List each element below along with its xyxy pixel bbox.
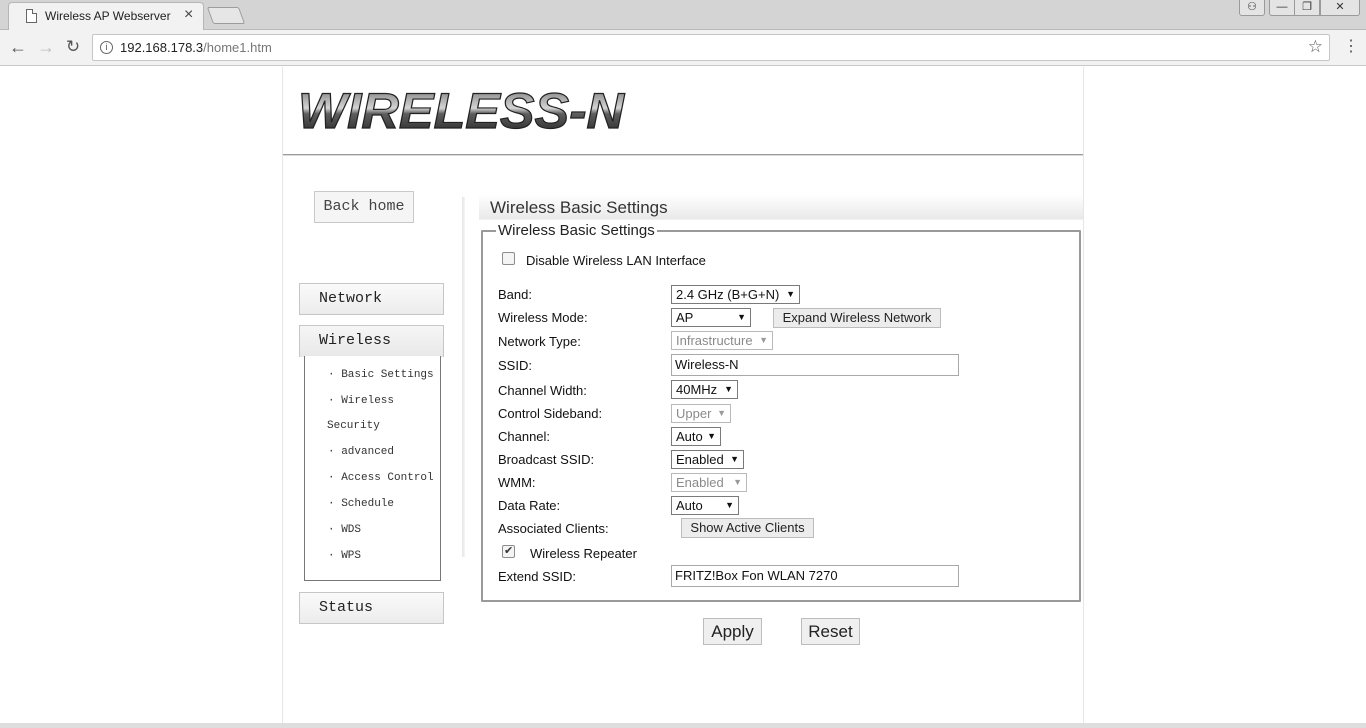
data-rate-select[interactable]: Auto ▼: [671, 496, 739, 515]
extend-ssid-label: Extend SSID:: [498, 569, 577, 584]
page-viewport: WIRELESS-N Back home Network Wireless · …: [0, 67, 1366, 728]
channel-width-label: Channel Width:: [498, 383, 587, 398]
fieldset-legend: Wireless Basic Settings: [496, 222, 657, 239]
wmm-select[interactable]: Enabled ▼: [671, 473, 747, 492]
chevron-down-icon: ▼: [724, 384, 733, 394]
basic-settings-fieldset: Wireless Basic Settings Disable Wireless…: [481, 222, 1081, 602]
user-icon[interactable]: ⚇: [1239, 0, 1265, 16]
channel-label: Channel:: [498, 429, 551, 444]
ssid-label: SSID:: [498, 358, 532, 373]
control-sideband-select[interactable]: Upper ▼: [671, 404, 731, 423]
submenu-wireless-security[interactable]: · Wireless: [328, 395, 394, 407]
address-bar[interactable]: i 192.168.178.3/home1.htm ☆: [92, 34, 1330, 61]
restore-icon[interactable]: ❐: [1294, 0, 1320, 16]
wireless-n-logo: WIRELESS-N: [297, 83, 625, 135]
network-type-select[interactable]: Infrastructure ▼: [671, 331, 773, 350]
back-home-button[interactable]: Back home: [314, 191, 414, 223]
tab-title: Wireless AP Webserver: [45, 9, 171, 23]
band-select[interactable]: 2.4 GHz (B+G+N) ▼: [671, 285, 800, 304]
chevron-down-icon: ▼: [730, 454, 739, 464]
wireless-mode-label: Wireless Mode:: [498, 310, 588, 325]
reload-icon[interactable]: ↻: [62, 36, 84, 58]
chevron-down-icon: ▼: [759, 335, 768, 345]
wireless-mode-select[interactable]: AP ▼: [671, 308, 751, 327]
data-rate-label: Data Rate:: [498, 498, 561, 513]
chevron-down-icon: ▼: [725, 500, 734, 510]
logo-text: WIRELESS-N: [298, 83, 625, 135]
broadcast-ssid-label: Broadcast SSID:: [498, 452, 595, 467]
expand-wireless-network-button[interactable]: Expand Wireless Network: [773, 308, 941, 328]
sidebar-item-network[interactable]: Network: [299, 283, 444, 315]
chevron-down-icon: ▼: [707, 431, 716, 441]
submenu-advanced[interactable]: · advanced: [328, 446, 394, 458]
section-header: Wireless Basic Settings: [479, 194, 1083, 220]
bookmark-star-icon[interactable]: ☆: [1308, 37, 1323, 57]
submenu-access-control[interactable]: · Access Control: [328, 472, 434, 484]
wireless-repeater-checkbox[interactable]: [502, 544, 515, 558]
sidebar-item-status[interactable]: Status: [299, 592, 444, 624]
browser-tabbar: Wireless AP Webserver × ⚇ — ❐ ✕: [0, 0, 1366, 30]
wmm-label: WMM:: [498, 475, 536, 490]
close-tab-icon[interactable]: ×: [184, 6, 193, 24]
submenu-wireless-security-cont[interactable]: Security: [327, 420, 380, 432]
wireless-repeater-label: Wireless Repeater: [530, 546, 637, 561]
chevron-down-icon: ▼: [737, 312, 746, 322]
apply-button[interactable]: Apply: [703, 618, 762, 645]
wireless-submenu: · Basic Settings · Wireless Security · a…: [304, 356, 441, 581]
submenu-schedule[interactable]: · Schedule: [328, 498, 394, 510]
page-container: WIRELESS-N Back home Network Wireless · …: [282, 67, 1084, 728]
show-active-clients-button[interactable]: Show Active Clients: [681, 518, 814, 538]
band-label: Band:: [498, 287, 532, 302]
extend-ssid-input[interactable]: FRITZ!Box Fon WLAN 7270: [671, 565, 959, 587]
back-arrow-icon[interactable]: ←: [7, 36, 29, 58]
chevron-down-icon: ▼: [717, 408, 726, 418]
disable-wlan-label: Disable Wireless LAN Interface: [526, 253, 706, 268]
submenu-wps[interactable]: · WPS: [328, 550, 361, 562]
bottom-edge: [0, 723, 1366, 728]
submenu-basic-settings[interactable]: · Basic Settings: [328, 369, 434, 381]
minimize-icon[interactable]: —: [1269, 0, 1295, 16]
control-sideband-label: Control Sideband:: [498, 406, 603, 421]
chevron-down-icon: ▼: [733, 477, 742, 487]
channel-select[interactable]: Auto ▼: [671, 427, 721, 446]
sidebar-item-wireless[interactable]: Wireless: [299, 325, 444, 357]
window-close-icon[interactable]: ✕: [1320, 0, 1360, 16]
reset-button[interactable]: Reset: [801, 618, 860, 645]
page-icon: [26, 9, 37, 23]
disable-wlan-checkbox[interactable]: [502, 252, 515, 265]
channel-width-select[interactable]: 40MHz ▼: [671, 380, 738, 399]
forward-arrow-icon[interactable]: →: [35, 36, 57, 58]
browser-menu-icon[interactable]: ⋮: [1343, 38, 1359, 56]
chevron-down-icon: ▼: [786, 289, 795, 299]
browser-toolbar: ← → ↻ i 192.168.178.3/home1.htm ☆ ⋮: [0, 30, 1366, 66]
associated-clients-label: Associated Clients:: [498, 521, 609, 536]
content-separator: [462, 197, 465, 557]
page-title: Wireless Basic Settings: [490, 198, 668, 217]
broadcast-ssid-select[interactable]: Enabled ▼: [671, 450, 744, 469]
browser-tab[interactable]: Wireless AP Webserver ×: [8, 2, 204, 30]
ssid-input[interactable]: Wireless-N: [671, 354, 959, 376]
new-tab-button[interactable]: [206, 7, 246, 24]
submenu-wds[interactable]: · WDS: [328, 524, 361, 536]
header-divider: [283, 154, 1083, 156]
network-type-label: Network Type:: [498, 334, 581, 349]
url-text: 192.168.178.3/home1.htm: [120, 40, 272, 55]
info-icon[interactable]: i: [100, 41, 113, 54]
